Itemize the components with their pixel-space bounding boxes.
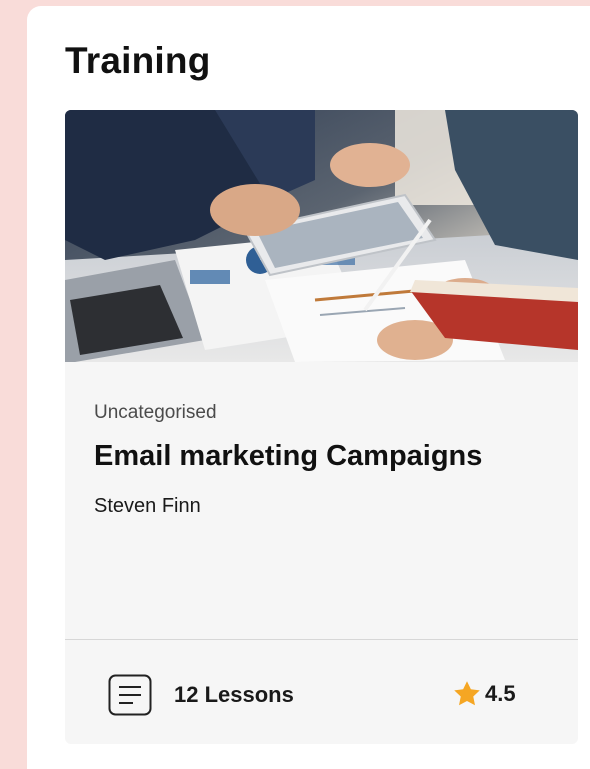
course-author: Steven Finn bbox=[94, 495, 201, 517]
course-rating: 4.5 bbox=[452, 676, 516, 712]
document-lines-icon bbox=[108, 674, 152, 716]
rating-value: 4.5 bbox=[485, 681, 516, 706]
star-icon bbox=[454, 681, 480, 706]
course-title[interactable]: Email marketing Campaigns bbox=[94, 440, 482, 473]
course-card[interactable]: Uncategorised Email marketing Campaigns … bbox=[65, 110, 578, 744]
training-panel: Training Uncategorised Email marketing C… bbox=[27, 6, 590, 769]
course-category: Uncategorised bbox=[94, 402, 217, 423]
section-title: Training bbox=[65, 40, 211, 81]
card-divider bbox=[65, 639, 578, 640]
lessons-label: 12 Lessons bbox=[174, 682, 294, 707]
lessons-count: 12 Lessons bbox=[108, 674, 294, 716]
course-image[interactable] bbox=[65, 110, 578, 362]
